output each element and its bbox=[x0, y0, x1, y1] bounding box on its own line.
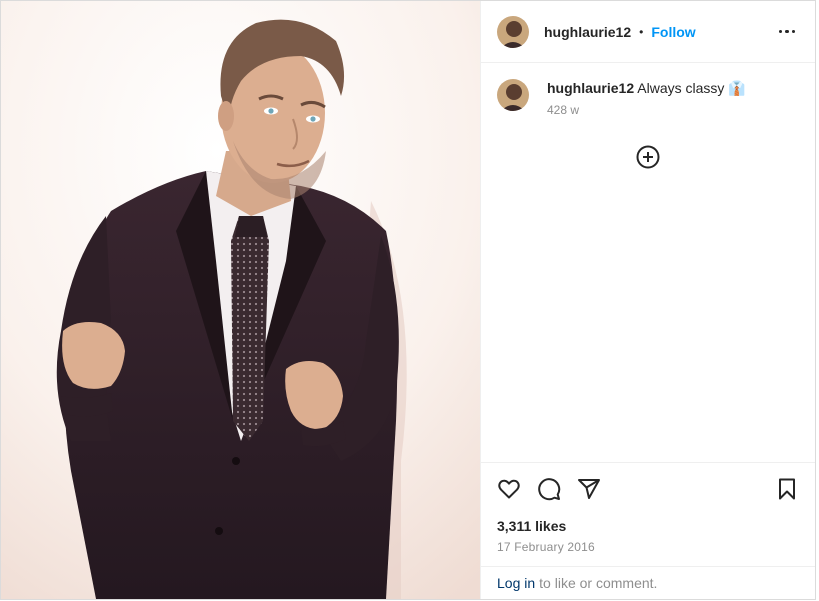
post-container: hughlaurie12 • Follow hughlaurie12 Alway… bbox=[0, 0, 816, 600]
login-link[interactable]: Log in bbox=[497, 575, 535, 591]
bookmark-icon[interactable] bbox=[775, 477, 799, 501]
post-sidebar: hughlaurie12 • Follow hughlaurie12 Alway… bbox=[481, 1, 815, 599]
post-image[interactable] bbox=[1, 1, 481, 599]
share-icon[interactable] bbox=[577, 477, 601, 501]
more-dot bbox=[785, 29, 789, 34]
post-date[interactable]: 17 February 2016 bbox=[481, 537, 815, 557]
caption-text: Always classy bbox=[637, 80, 725, 96]
caption-avatar-image bbox=[497, 79, 529, 111]
comment-icon[interactable] bbox=[537, 477, 561, 501]
avatar[interactable] bbox=[497, 15, 529, 48]
post-header: hughlaurie12 • Follow bbox=[481, 1, 815, 63]
separator-dot: • bbox=[639, 24, 644, 39]
login-bar: Log in to like or comment. bbox=[481, 566, 815, 599]
caption-body: hughlaurie12 Always classy 👔 428 w bbox=[547, 79, 746, 117]
caption: hughlaurie12 Always classy 👔 428 w bbox=[497, 79, 799, 117]
plus-circle-icon[interactable] bbox=[636, 145, 660, 169]
post-photo bbox=[1, 1, 480, 599]
header-username[interactable]: hughlaurie12 bbox=[544, 24, 631, 40]
follow-button[interactable]: Follow bbox=[651, 24, 695, 40]
heart-icon[interactable] bbox=[497, 477, 521, 501]
avatar-image bbox=[497, 15, 529, 48]
caption-line: hughlaurie12 Always classy 👔 bbox=[547, 79, 746, 97]
login-text: to like or comment. bbox=[539, 575, 658, 591]
more-dot bbox=[791, 29, 795, 34]
caption-avatar[interactable] bbox=[497, 79, 529, 111]
necktie-emoji: 👔 bbox=[728, 80, 746, 96]
action-bar bbox=[481, 462, 815, 514]
more-options-icon[interactable] bbox=[775, 26, 800, 38]
more-dot bbox=[778, 29, 782, 34]
likes-count[interactable]: 3,311 likes bbox=[481, 516, 815, 536]
caption-username[interactable]: hughlaurie12 bbox=[547, 80, 634, 96]
caption-timestamp[interactable]: 428 w bbox=[547, 103, 746, 117]
comments-section: hughlaurie12 Always classy 👔 428 w bbox=[481, 63, 815, 462]
